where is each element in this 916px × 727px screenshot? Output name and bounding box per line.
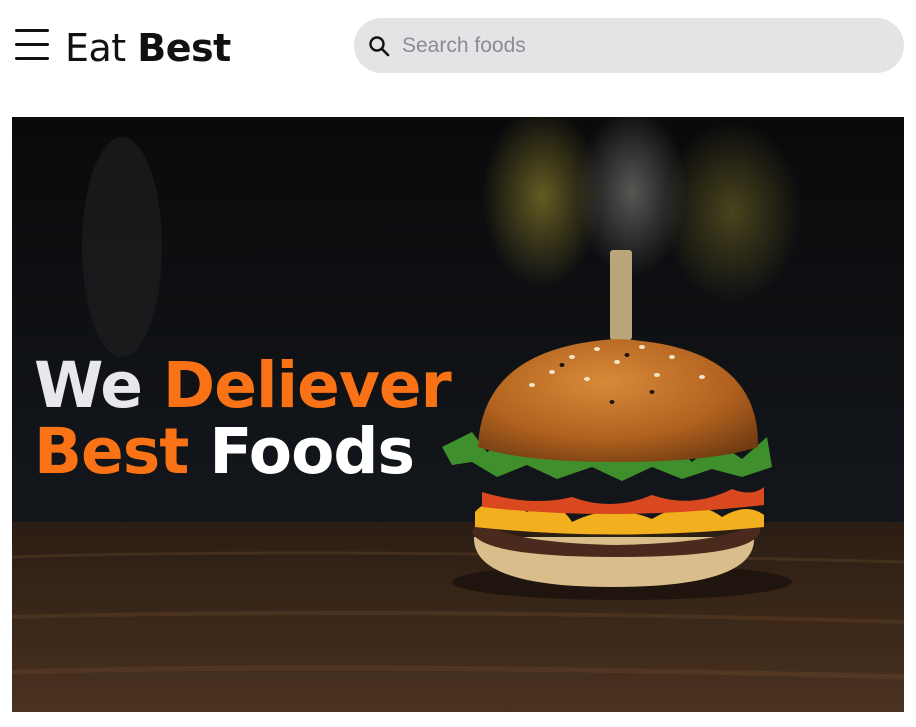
- headline-foods: Foods: [209, 415, 415, 488]
- hero-headline: We Deliever Best Foods: [34, 353, 452, 485]
- menu-icon[interactable]: [15, 29, 49, 61]
- logo-best: Best: [137, 26, 231, 70]
- logo-eat: Eat: [65, 26, 126, 70]
- header: Eat Best: [0, 0, 916, 100]
- headline-we: We: [34, 349, 143, 422]
- search-input[interactable]: [402, 18, 882, 73]
- headline-best: Best: [34, 415, 189, 488]
- search-bar[interactable]: [354, 18, 904, 73]
- headline-line-2: Best Foods: [34, 419, 451, 485]
- headline-deliever: Deliever: [162, 349, 452, 422]
- headline-line-1: We Deliever: [34, 353, 452, 419]
- search-icon: [369, 36, 390, 57]
- hero-banner: We Deliever Best Foods: [12, 117, 904, 712]
- logo[interactable]: Eat Best: [65, 26, 231, 70]
